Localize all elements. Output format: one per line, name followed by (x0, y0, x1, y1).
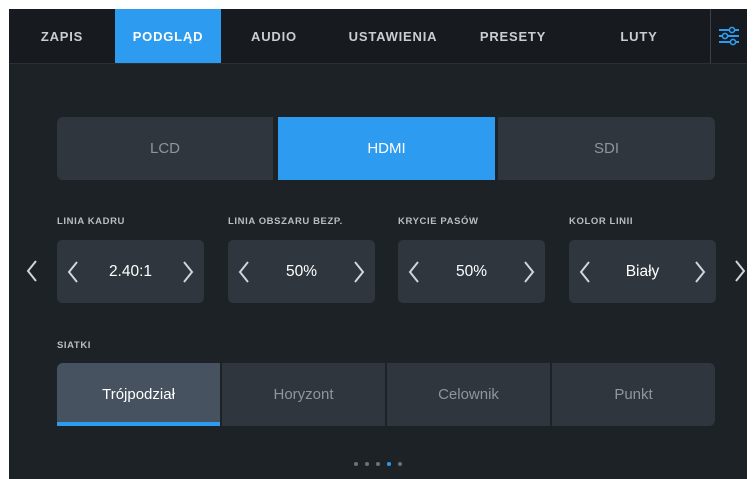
chevron-left-icon (579, 260, 590, 283)
chevron-left-icon (408, 260, 419, 283)
output-lcd-button[interactable]: LCD (57, 117, 273, 180)
safe-area-value: 50% (285, 262, 318, 280)
camera-screen: ZAPIS PODGLĄD AUDIO USTAWIENIA PRESETY L… (9, 9, 747, 479)
chevron-right-icon (695, 260, 706, 283)
page-dot-active[interactable] (387, 462, 391, 466)
safe-area-increase-button[interactable] (343, 240, 375, 303)
next-page-button[interactable] (729, 257, 747, 285)
page-dot[interactable] (365, 462, 369, 466)
grid-thirds-button[interactable]: Trójpodział (57, 363, 220, 426)
matte-opacity-label: KRYCIE PASÓW (398, 216, 479, 227)
frame-guide-stepper: 2.40:1 (57, 240, 204, 303)
grid-crosshair-button[interactable]: Celownik (387, 363, 550, 426)
tab-audio[interactable]: AUDIO (221, 9, 327, 63)
frame-guide-decrease-button[interactable] (57, 240, 89, 303)
output-hdmi-button[interactable]: HDMI (278, 117, 495, 180)
settings-menu-button[interactable] (710, 9, 747, 63)
tab-presety[interactable]: PRESETY (459, 9, 567, 63)
tab-bar: ZAPIS PODGLĄD AUDIO USTAWIENIA PRESETY L… (9, 9, 747, 64)
matte-opacity-decrease-button[interactable] (398, 240, 430, 303)
chevron-right-icon (735, 260, 746, 282)
sliders-icon (719, 26, 739, 46)
page-indicator (9, 462, 747, 466)
grid-horizon-button[interactable]: Horyzont (222, 363, 385, 426)
grid-thirds-label: Trójpodział (102, 386, 175, 403)
output-sdi-button[interactable]: SDI (498, 117, 715, 180)
tab-zapis[interactable]: ZAPIS (9, 9, 115, 63)
tab-ustawienia[interactable]: USTAWIENIA (327, 9, 459, 63)
matte-opacity-stepper: 50% (398, 240, 545, 303)
frame-guide-increase-button[interactable] (172, 240, 204, 303)
selected-indicator (57, 422, 220, 426)
line-color-decrease-button[interactable] (569, 240, 601, 303)
line-color-increase-button[interactable] (684, 240, 716, 303)
frame-guide-label: LINIA KADRU (57, 216, 125, 227)
matte-opacity-value: 50% (455, 262, 488, 280)
previous-page-button[interactable] (21, 257, 43, 285)
page-dot[interactable] (376, 462, 380, 466)
page-dot[interactable] (398, 462, 402, 466)
safe-area-stepper: 50% (228, 240, 375, 303)
chevron-left-icon (67, 260, 78, 283)
matte-opacity-increase-button[interactable] (513, 240, 545, 303)
chevron-left-icon (26, 260, 37, 282)
safe-area-label: LINIA OBSZARU BEZP. (228, 216, 343, 227)
safe-area-decrease-button[interactable] (228, 240, 260, 303)
line-color-label: KOLOR LINII (569, 216, 634, 227)
chevron-right-icon (524, 260, 535, 283)
page-dot[interactable] (354, 462, 358, 466)
line-color-stepper: Biały (569, 240, 716, 303)
tab-podglad[interactable]: PODGLĄD (115, 9, 221, 63)
frame-guide-value: 2.40:1 (108, 262, 153, 280)
line-color-value: Biały (625, 262, 660, 280)
chevron-right-icon (354, 260, 365, 283)
grids-label: SIATKI (57, 340, 92, 351)
tab-luty[interactable]: LUTY (567, 9, 711, 63)
chevron-left-icon (238, 260, 249, 283)
chevron-right-icon (183, 260, 194, 283)
grid-dot-button[interactable]: Punkt (552, 363, 715, 426)
